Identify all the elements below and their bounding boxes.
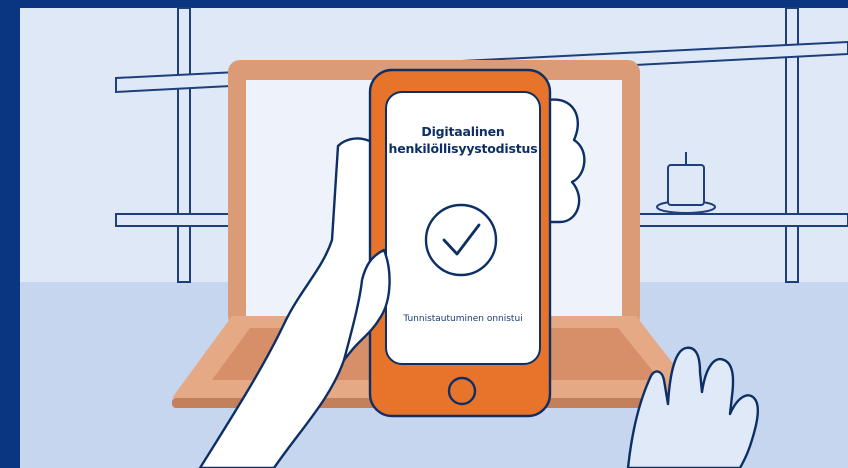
illustration: Digitaalinen henkilöllisyystodistus Tunn… xyxy=(0,0,848,468)
scene-illustration xyxy=(0,0,848,468)
id-title-line-1: Digitaalinen xyxy=(421,124,505,139)
id-title-line-2: henkilöllisyystodistus xyxy=(388,141,538,156)
authentication-status: Tunnistautuminen onnistui xyxy=(403,314,523,324)
id-title: Digitaalinen henkilöllisyystodistus xyxy=(386,123,540,157)
smartphone xyxy=(368,68,552,418)
